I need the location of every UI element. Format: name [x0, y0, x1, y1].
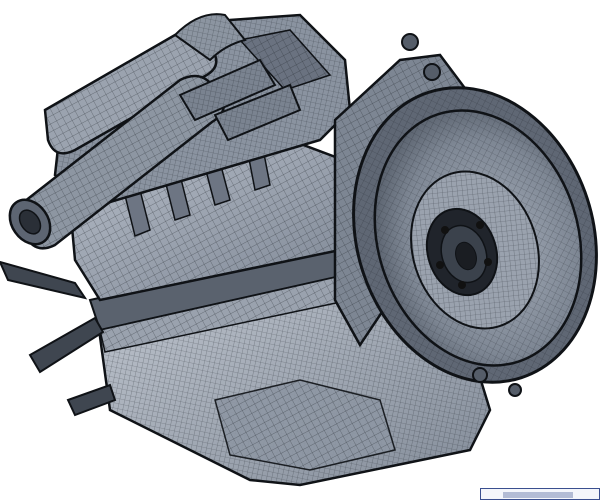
watermark-logo: [480, 488, 600, 500]
watermark-mark: [503, 492, 573, 498]
engine-render: [0, 13, 598, 487]
